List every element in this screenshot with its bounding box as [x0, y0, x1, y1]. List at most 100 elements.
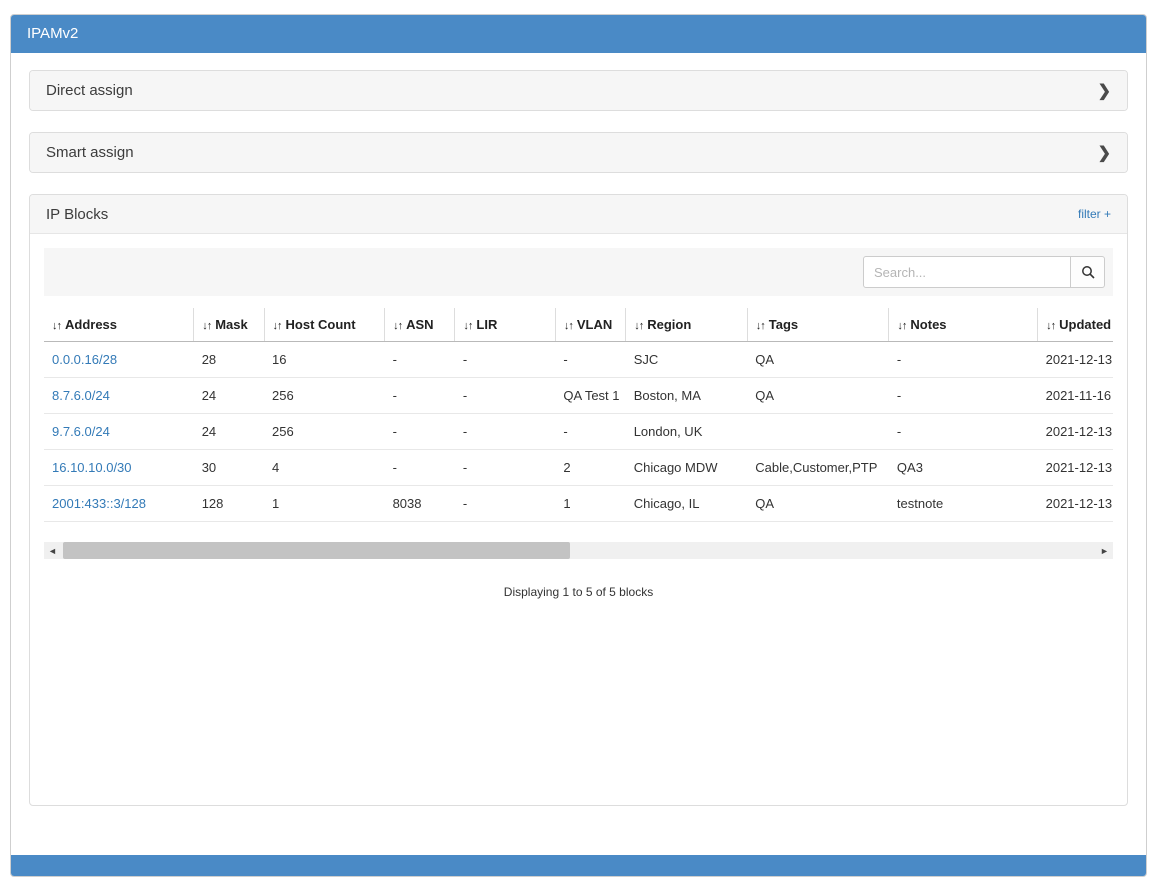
cell-asn: - [385, 378, 455, 414]
address-link[interactable]: 16.10.10.0/30 [52, 460, 132, 475]
cell-asn: - [385, 414, 455, 450]
sort-icon: ↓↑ [1046, 320, 1055, 332]
ip-blocks-header: IP Blocks filter + [30, 195, 1127, 234]
column-label: Host Count [286, 317, 356, 332]
column-header-vlan[interactable]: ↓↑ VLAN [555, 308, 625, 342]
sort-icon: ↓↑ [463, 320, 472, 332]
table-row: 16.10.10.0/30304--2Chicago MDWCable,Cust… [44, 450, 1113, 486]
address-link[interactable]: 2001:433::3/128 [52, 496, 146, 511]
cell-asn: 8038 [385, 486, 455, 522]
column-header-host-count[interactable]: ↓↑Host Count [264, 308, 385, 342]
sort-icon: ↓↑ [393, 320, 402, 332]
cell-lir: - [455, 414, 555, 450]
cell-updated: 2021-12-13 [1038, 450, 1113, 486]
cell-mask: 24 [194, 378, 264, 414]
column-header-notes[interactable]: ↓↑Notes [889, 308, 1038, 342]
cell-mask: 24 [194, 414, 264, 450]
sort-icon: ↓↑ [756, 320, 765, 332]
cell-mask: 128 [194, 486, 264, 522]
filter-toggle-link[interactable]: filter + [1078, 207, 1111, 221]
cell-updated: 2021-11-16 [1038, 378, 1113, 414]
table-row: 2001:433::3/12812818038-1Chicago, ILQAte… [44, 486, 1113, 522]
sort-icon: ↓↑ [897, 320, 906, 332]
cell-host-count: 4 [264, 450, 385, 486]
column-header-tags[interactable]: ↓↑Tags [747, 308, 889, 342]
cell-updated: 2021-12-13 [1038, 486, 1113, 522]
cell-address: 9.7.6.0/24 [44, 414, 194, 450]
search-icon [1081, 265, 1095, 279]
cell-tags: QA [747, 342, 889, 378]
column-header-mask[interactable]: ↓↑Mask [194, 308, 264, 342]
cell-asn: - [385, 450, 455, 486]
app-title: IPAMv2 [27, 25, 78, 42]
direct-assign-title: Direct assign [46, 82, 133, 99]
horizontal-scrollbar[interactable]: ◄ ► [44, 542, 1113, 559]
cell-vlan: 1 [555, 486, 625, 522]
scroll-track[interactable] [61, 542, 1096, 559]
search-input[interactable] [863, 256, 1071, 288]
search-group [863, 256, 1105, 288]
sort-icon: ↓↑ [634, 320, 643, 332]
scroll-right-arrow[interactable]: ► [1096, 542, 1113, 559]
table-body: 0.0.0.16/282816---SJCQA-2021-12-138.7.6.… [44, 342, 1113, 522]
cell-host-count: 256 [264, 414, 385, 450]
table-summary: Displaying 1 to 5 of 5 blocks [44, 585, 1113, 599]
footer-bar [11, 855, 1146, 876]
cell-region: Chicago, IL [626, 486, 748, 522]
address-link[interactable]: 9.7.6.0/24 [52, 424, 110, 439]
sort-icon: ↓↑ [564, 320, 573, 332]
direct-assign-header[interactable]: Direct assign ❯ [30, 71, 1127, 110]
cell-notes: testnote [889, 486, 1038, 522]
cell-mask: 30 [194, 450, 264, 486]
cell-address: 8.7.6.0/24 [44, 378, 194, 414]
cell-mask: 28 [194, 342, 264, 378]
cell-tags [747, 414, 889, 450]
cell-address: 2001:433::3/128 [44, 486, 194, 522]
smart-assign-header[interactable]: Smart assign ❯ [30, 133, 1127, 172]
sort-icon: ↓↑ [202, 320, 211, 332]
sort-icon: ↓↑ [52, 320, 61, 332]
cell-tags: QA [747, 486, 889, 522]
table-toolbar [44, 248, 1113, 296]
column-label: VLAN [577, 317, 612, 332]
cell-asn: - [385, 342, 455, 378]
address-link[interactable]: 0.0.0.16/28 [52, 352, 117, 367]
column-label: Region [647, 317, 691, 332]
cell-vlan: QA Test 1 [555, 378, 625, 414]
cell-host-count: 256 [264, 378, 385, 414]
cell-updated: 2021-12-13 [1038, 414, 1113, 450]
cell-updated: 2021-12-13 [1038, 342, 1113, 378]
column-header-lir[interactable]: ↓↑ LIR [455, 308, 555, 342]
cell-region: Boston, MA [626, 378, 748, 414]
cell-vlan: 2 [555, 450, 625, 486]
cell-notes: QA3 [889, 450, 1038, 486]
cell-lir: - [455, 378, 555, 414]
column-header-updated[interactable]: ↓↑ Updated [1038, 308, 1113, 342]
scroll-thumb[interactable] [63, 542, 570, 559]
cell-region: London, UK [626, 414, 748, 450]
ip-blocks-body: ↓↑Address↓↑Mask↓↑Host Count↓↑ASN↓↑LIR↓↑V… [30, 234, 1127, 805]
chevron-right-icon: ❯ [1098, 143, 1111, 163]
cell-host-count: 16 [264, 342, 385, 378]
column-label: Updated [1059, 317, 1111, 332]
search-button[interactable] [1071, 256, 1105, 288]
app-container: IPAMv2 Direct assign ❯ Smart assign ❯ IP… [10, 14, 1147, 877]
scroll-left-arrow[interactable]: ◄ [44, 542, 61, 559]
column-label: LIR [476, 317, 497, 332]
table-header-row: ↓↑Address↓↑Mask↓↑Host Count↓↑ASN↓↑LIR↓↑V… [44, 308, 1113, 342]
column-header-asn[interactable]: ↓↑ASN [385, 308, 455, 342]
address-link[interactable]: 8.7.6.0/24 [52, 388, 110, 403]
ip-blocks-table: ↓↑Address↓↑Mask↓↑Host Count↓↑ASN↓↑LIR↓↑V… [44, 308, 1113, 522]
column-header-region[interactable]: ↓↑ Region [626, 308, 748, 342]
cell-tags: QA [747, 378, 889, 414]
column-label: Address [65, 317, 117, 332]
app-body: Direct assign ❯ Smart assign ❯ IP Blocks… [11, 53, 1146, 855]
cell-region: Chicago MDW [626, 450, 748, 486]
column-header-address[interactable]: ↓↑ Address [44, 308, 194, 342]
cell-tags: Cable,Customer,PTP [747, 450, 889, 486]
cell-notes: - [889, 378, 1038, 414]
cell-notes: - [889, 342, 1038, 378]
chevron-right-icon: ❯ [1098, 81, 1111, 101]
cell-notes: - [889, 414, 1038, 450]
cell-address: 0.0.0.16/28 [44, 342, 194, 378]
